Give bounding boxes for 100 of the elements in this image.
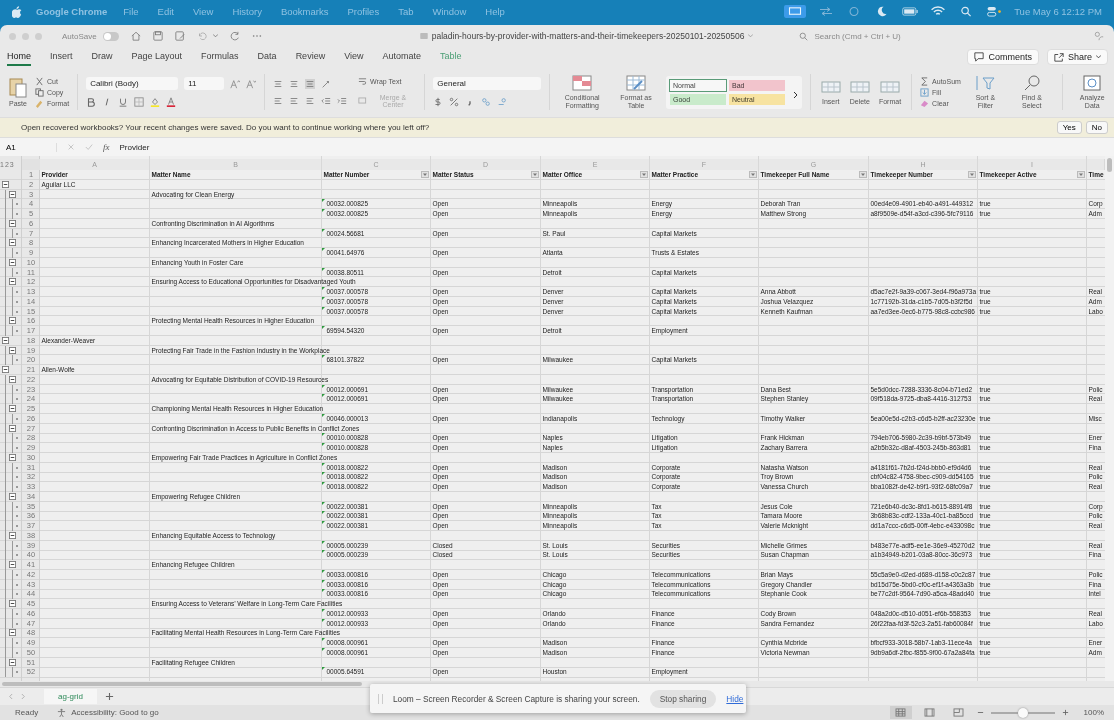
increase-decimal-icon[interactable] <box>481 97 492 107</box>
font-color-icon[interactable] <box>166 97 177 107</box>
drag-handle-icon[interactable] <box>378 693 383 704</box>
outline-toggle-button[interactable] <box>9 375 16 383</box>
font-family-dropdown[interactable]: Calibri (Body) <box>86 77 179 90</box>
chevron-right-icon[interactable] <box>792 90 798 99</box>
search-field[interactable]: Search (Cmd + Ctrl + U) <box>812 30 967 42</box>
sheet-tab[interactable]: ag-grid <box>44 689 97 704</box>
share-button[interactable]: Share <box>1046 49 1108 65</box>
outline-toggle-button[interactable] <box>2 180 9 188</box>
decrease-decimal-icon[interactable] <box>497 97 508 107</box>
formula-field[interactable]: Provider <box>119 142 150 152</box>
scrollbar-thumb[interactable] <box>1107 158 1112 172</box>
outline-toggle-button[interactable] <box>9 453 16 461</box>
decrease-font-icon[interactable] <box>246 78 257 89</box>
arrows-icon[interactable] <box>818 6 835 17</box>
undo-icon[interactable] <box>196 31 207 41</box>
outline-toggle-button[interactable] <box>2 336 9 344</box>
comments-button[interactable]: Comments <box>967 49 1039 65</box>
caret-icon[interactable] <box>212 34 218 38</box>
outline-toggle-button[interactable] <box>9 405 16 412</box>
outline-toggle-button[interactable] <box>9 278 16 286</box>
outline-toggle-button[interactable] <box>9 600 16 607</box>
error-indicator-icon[interactable] <box>322 248 325 251</box>
outline-toggle-button[interactable] <box>9 424 16 432</box>
caret-icon[interactable] <box>748 34 754 38</box>
ribbon-tab[interactable]: Insert <box>50 48 73 66</box>
increase-indent-icon[interactable] <box>337 95 348 106</box>
horizontal-align-icon[interactable] <box>273 95 284 106</box>
hide-link[interactable]: Hide <box>726 693 744 704</box>
outline-toggle-button[interactable] <box>9 219 16 227</box>
menu-item[interactable]: Bookmarks <box>280 6 329 17</box>
error-indicator-icon[interactable] <box>322 521 325 524</box>
error-indicator-icon[interactable] <box>322 540 325 544</box>
menu-item[interactable]: Help <box>485 6 505 17</box>
ribbon-tab[interactable]: View <box>344 48 364 66</box>
error-indicator-icon[interactable] <box>322 550 325 554</box>
error-indicator-icon[interactable] <box>322 413 325 417</box>
menu-item[interactable]: Google Chrome <box>36 6 108 17</box>
stop-sharing-button[interactable]: Stop sharing <box>649 689 717 708</box>
error-indicator-icon[interactable] <box>322 618 325 622</box>
battery-icon[interactable] <box>902 6 919 17</box>
apple-icon[interactable] <box>12 5 22 18</box>
outline-toggle-button[interactable] <box>9 346 16 354</box>
notification-button[interactable]: No <box>1085 121 1108 134</box>
vertical-align-icon[interactable] <box>305 78 316 89</box>
ribbon-tab[interactable]: Home <box>7 48 31 66</box>
error-indicator-icon[interactable] <box>322 667 325 671</box>
error-indicator-icon[interactable] <box>322 433 325 437</box>
outline-toggle-button[interactable] <box>9 258 16 266</box>
error-indicator-icon[interactable] <box>322 287 325 290</box>
check-icon[interactable] <box>85 143 93 151</box>
vertical-align-icon[interactable] <box>273 78 284 89</box>
horizontal-align-icon[interactable] <box>305 95 316 106</box>
ribbon-tab[interactable]: Formulas <box>201 48 239 66</box>
accessibility-status[interactable]: Accessibility: Good to go <box>71 708 159 717</box>
filter-button[interactable] <box>968 171 976 178</box>
error-indicator-icon[interactable] <box>322 472 325 476</box>
home-icon[interactable] <box>130 31 141 41</box>
borders-icon[interactable] <box>134 97 145 107</box>
error-indicator-icon[interactable] <box>322 462 325 466</box>
menu-item[interactable]: Window <box>432 6 467 17</box>
error-indicator-icon[interactable] <box>322 443 325 446</box>
font-size-dropdown[interactable]: 11 <box>184 77 225 90</box>
menu-item[interactable]: History <box>232 6 262 17</box>
menu-item[interactable]: Edit <box>157 6 174 17</box>
ribbon-tab[interactable]: Table <box>440 48 462 66</box>
view-button[interactable] <box>889 706 912 719</box>
decrease-indent-icon[interactable] <box>321 95 332 106</box>
name-box[interactable]: A1 <box>0 142 57 152</box>
menu-item[interactable]: View <box>192 6 214 17</box>
ribbon-tab[interactable]: Draw <box>91 48 113 66</box>
increase-font-icon[interactable] <box>230 78 241 89</box>
filter-button[interactable] <box>531 171 539 178</box>
error-indicator-icon[interactable] <box>322 569 325 573</box>
outline-toggle-button[interactable] <box>9 561 16 568</box>
zoom-level[interactable]: 100% <box>1083 708 1104 717</box>
text-orientation-icon[interactable] <box>321 78 332 89</box>
error-indicator-icon[interactable] <box>322 228 325 232</box>
filter-button[interactable] <box>421 171 429 178</box>
insert-function-button[interactable]: fx <box>103 142 110 152</box>
error-indicator-icon[interactable] <box>322 579 325 583</box>
slider-thumb[interactable] <box>1017 707 1028 718</box>
horizontal-align-icon[interactable] <box>289 95 300 106</box>
wifi-icon[interactable] <box>930 6 947 17</box>
vertical-align-icon[interactable] <box>289 78 300 89</box>
zoom-in-icon[interactable] <box>1061 709 1069 716</box>
outline-toggle-button[interactable] <box>9 317 16 325</box>
outline-toggle-button[interactable] <box>2 366 9 373</box>
save-icon[interactable] <box>152 31 163 41</box>
error-indicator-icon[interactable] <box>322 638 325 641</box>
ribbon-tab[interactable]: Page Layout <box>131 48 183 66</box>
filter-button[interactable] <box>640 171 648 178</box>
outline-toggle-button[interactable] <box>9 531 16 539</box>
add-sheet-icon[interactable] <box>104 692 114 701</box>
error-indicator-icon[interactable] <box>322 501 325 505</box>
outline-toggle-button[interactable] <box>9 239 16 247</box>
screen-share-icon[interactable] <box>784 5 807 18</box>
filter-button[interactable] <box>1077 171 1085 178</box>
control-center-icon[interactable] <box>986 6 1003 17</box>
